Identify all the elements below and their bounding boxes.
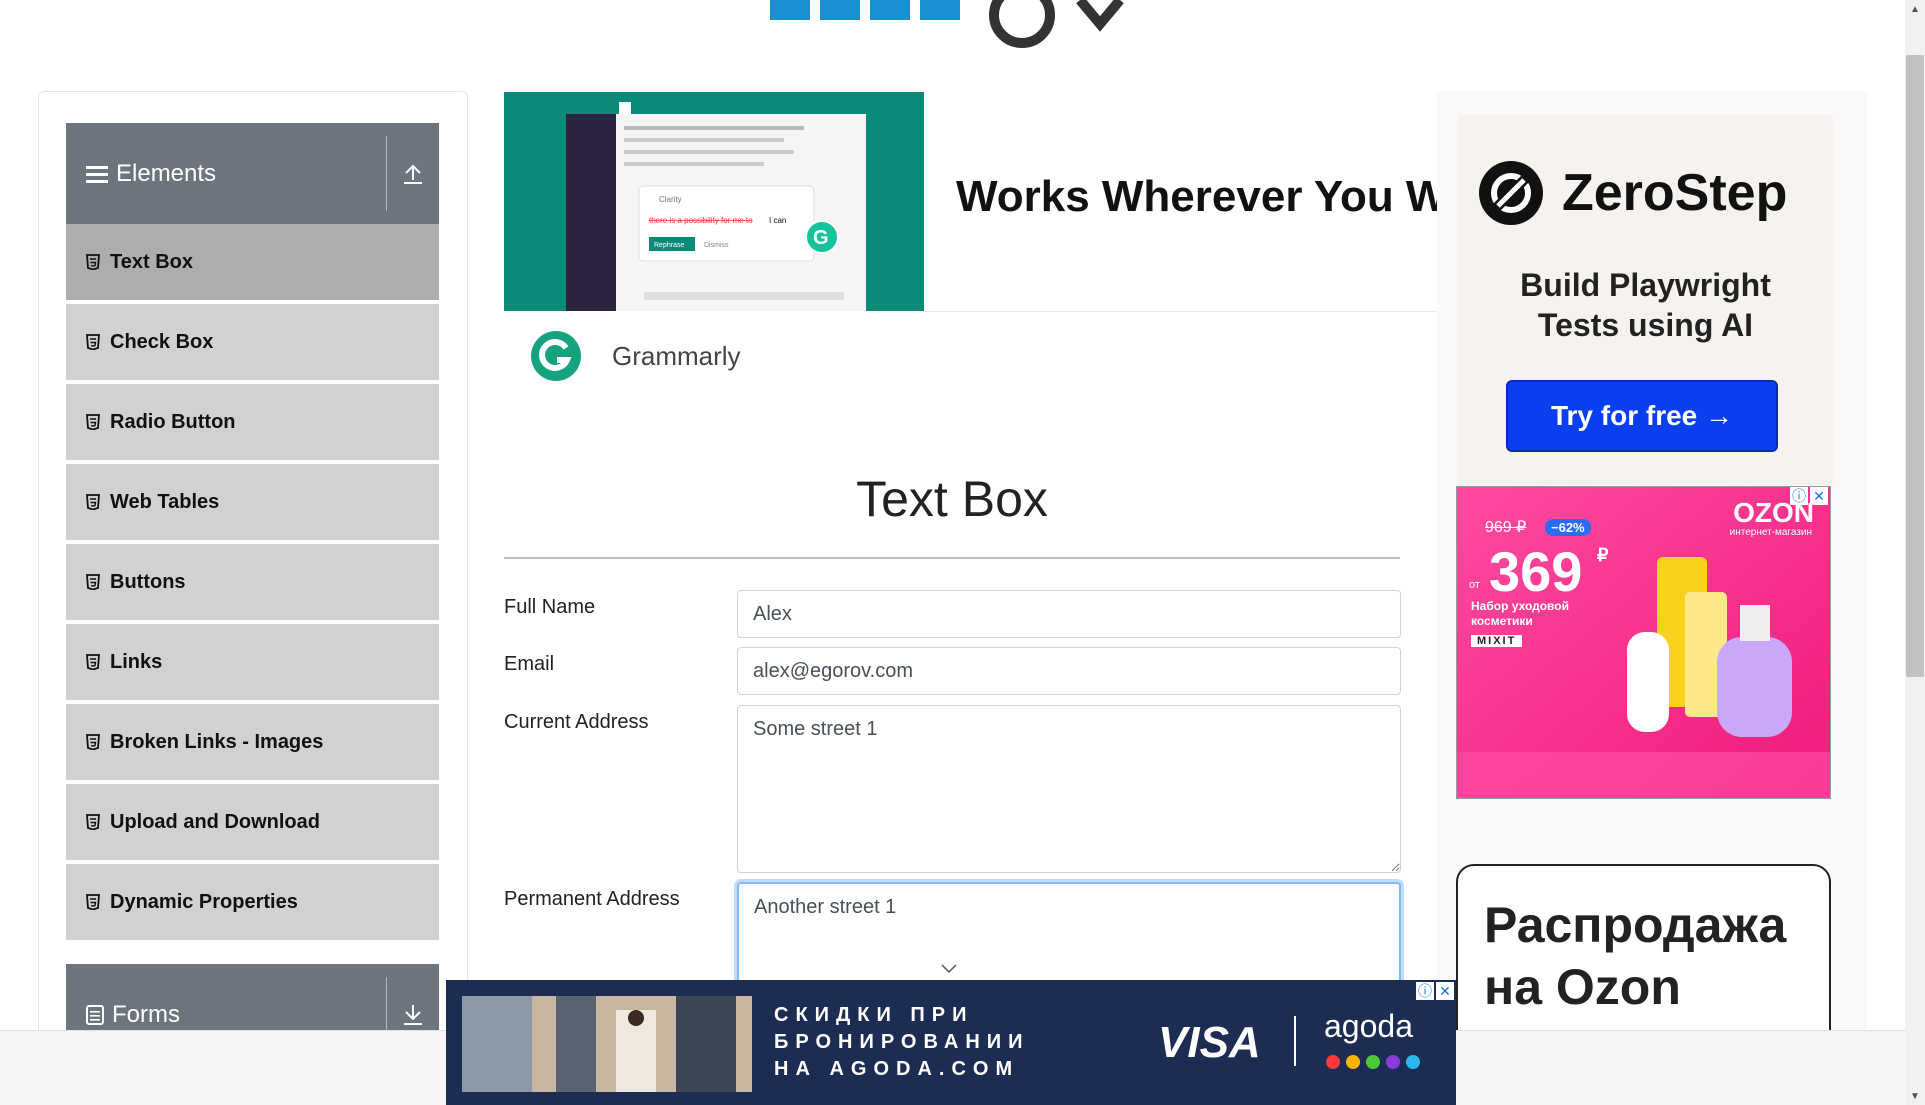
sale-line-1: Распродажа: [1484, 897, 1787, 953]
agoda-dots: [1326, 1055, 1420, 1069]
sidebar-item-web-tables[interactable]: Web Tables: [66, 464, 439, 542]
ozon-discount-badge: −62%: [1545, 519, 1591, 536]
html5-icon: [86, 814, 100, 830]
info-icon[interactable]: ⓘ: [1416, 982, 1434, 1000]
full-name-input[interactable]: [737, 590, 1401, 638]
popup-rephrase: Rephrase: [654, 242, 684, 249]
sidebar-item-label: Links: [110, 650, 163, 673]
sidebar-item-broken-links[interactable]: Broken Links - Images: [66, 704, 439, 782]
sidebar-item-label: Web Tables: [110, 490, 220, 513]
sidebar-item-label: Text Box: [110, 250, 193, 273]
zerostep-brand-name: ZeroStep: [1562, 164, 1788, 222]
sale-line-2: на Ozon: [1484, 959, 1681, 1015]
popup-title: Clarity: [659, 195, 682, 204]
ozon-desc-1: Набор уходовой: [1471, 599, 1569, 613]
html5-icon: [86, 334, 100, 350]
zerostep-ad[interactable]: ZeroStep Build Playwright Tests using AI…: [1458, 115, 1833, 485]
toolsqa-logo[interactable]: [760, 0, 1160, 50]
popup-dismiss: Dismiss: [704, 242, 729, 249]
html5-icon: [86, 734, 100, 750]
sidebar-item-label: Buttons: [110, 570, 186, 593]
page-title: Text Box: [856, 471, 1048, 527]
collapse-up-icon[interactable]: [387, 162, 439, 186]
agoda-line-2: БРОНИРОВАНИИ: [774, 1031, 1030, 1053]
html5-icon: [86, 254, 100, 270]
email-input[interactable]: [737, 647, 1401, 695]
grammarly-banner-ad[interactable]: Clarity there is a possibility for me to…: [504, 92, 1444, 312]
close-icon[interactable]: ✕: [1810, 487, 1828, 505]
close-icon[interactable]: ✕: [1436, 982, 1454, 1000]
ozon-ad[interactable]: OZON интернет-магазин 969 ₽ −62% от 369 …: [1456, 486, 1831, 799]
expand-down-icon[interactable]: [387, 1003, 439, 1027]
ad-choices[interactable]: ⓘ ✕: [1790, 487, 1828, 505]
ozon-old-price: 969 ₽: [1485, 519, 1527, 536]
sidebar-item-upload-download[interactable]: Upload and Download: [66, 784, 439, 862]
sidebar: Elements Text Box Check Box Radio Button…: [38, 91, 468, 1105]
try-for-free-button[interactable]: Try for free →: [1506, 380, 1778, 452]
title-divider: [504, 557, 1400, 559]
svg-text:G: G: [813, 227, 829, 249]
document-icon: [86, 1004, 104, 1025]
popup-strike-text: there is a possibility for me to: [649, 216, 753, 225]
html5-icon: [86, 414, 100, 430]
info-icon[interactable]: ⓘ: [1790, 487, 1808, 505]
sidebar-item-text-box[interactable]: Text Box: [66, 224, 439, 302]
agoda-logo: agoda: [1324, 1008, 1413, 1044]
ozon-price: 369: [1489, 540, 1583, 603]
banner-image: Clarity there is a possibility for me to…: [504, 92, 924, 311]
permanent-address-label: Permanent Address: [504, 888, 680, 910]
forms-group-label: Forms: [112, 1000, 180, 1028]
grammarly-logo-icon: [530, 330, 582, 382]
html5-icon: [86, 574, 100, 590]
elements-group-header[interactable]: Elements: [66, 123, 439, 224]
ozon-currency: ₽: [1597, 545, 1609, 565]
sidebar-item-dynamic-properties[interactable]: Dynamic Properties: [66, 864, 439, 942]
sidebar-item-radio-button[interactable]: Radio Button: [66, 384, 439, 462]
email-label: Email: [504, 653, 555, 675]
zerostep-subtitle-2: Tests using AI: [1537, 307, 1754, 343]
zerostep-subtitle-1: Build Playwright: [1520, 267, 1771, 303]
visa-logo: VISA: [1158, 1018, 1261, 1067]
sidebar-item-label: Upload and Download: [110, 810, 320, 833]
scroll-down-arrow-icon[interactable]: ▼: [1905, 1087, 1925, 1105]
banner-headline: Works Wherever You Wo: [956, 172, 1444, 221]
html5-icon: [86, 654, 100, 670]
ozon-from: от: [1469, 579, 1480, 591]
sidebar-item-buttons[interactable]: Buttons: [66, 544, 439, 622]
chevron-down-icon: [940, 962, 958, 980]
html5-icon: [86, 494, 100, 510]
agoda-line-1: СКИДКИ ПРИ: [774, 1004, 974, 1026]
grammarly-brand-row[interactable]: Grammarly: [530, 330, 741, 382]
agoda-bottom-ad[interactable]: СКИДКИ ПРИ БРОНИРОВАНИИ НА AGODA.COM VIS…: [446, 980, 1456, 1105]
current-address-label: Current Address: [504, 711, 649, 733]
elements-group-label: Elements: [116, 159, 217, 187]
grammarly-name: Grammarly: [612, 340, 741, 371]
zerostep-logo-icon: [1478, 160, 1544, 226]
sidebar-item-label: Check Box: [110, 330, 214, 353]
sidebar-item-check-box[interactable]: Check Box: [66, 304, 439, 382]
sidebar-item-label: Radio Button: [110, 410, 236, 433]
popup-fix-text: I can: [769, 216, 786, 225]
scrollbar-thumb[interactable]: [1906, 55, 1924, 677]
ozon-brand: MIXIT: [1471, 635, 1523, 647]
current-address-textarea[interactable]: Some street 1: [737, 705, 1401, 873]
sidebar-item-label: Broken Links - Images: [110, 730, 324, 753]
sidebar-item-links[interactable]: Links: [66, 624, 439, 702]
agoda-line-3: НА AGODA.COM: [774, 1058, 1020, 1080]
menu-icon: [86, 165, 108, 183]
ozon-tagline: интернет-магазин: [1729, 527, 1812, 538]
scroll-up-arrow-icon[interactable]: ▲: [1905, 0, 1925, 18]
ozon-desc-2: косметики: [1471, 614, 1533, 628]
full-name-label: Full Name: [504, 596, 596, 618]
html5-icon: [86, 894, 100, 910]
sidebar-item-label: Dynamic Properties: [110, 890, 298, 913]
